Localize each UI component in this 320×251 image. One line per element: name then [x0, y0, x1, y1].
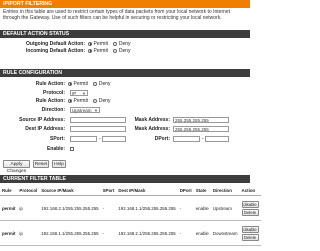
rule-action-deny-radio[interactable] [93, 81, 98, 86]
dport-label: DPort: [154, 136, 170, 142]
filter-table-header-row: Rule Protocol Source IP/Mask SPort Dest … [0, 186, 261, 196]
mask-1-label: Mask Address: [134, 117, 170, 123]
chevron-down-icon: ▼ [94, 108, 98, 113]
dest-ip-label: Dest IP Address: [25, 126, 65, 132]
rule-action-2-permit-radio[interactable] [68, 98, 72, 103]
column-header: Rule [0, 186, 18, 196]
protocol-row: Protocol: [0, 89, 250, 97]
dport-cell: - [177, 220, 194, 246]
protocol-cell: ip [17, 220, 40, 246]
disable-button[interactable]: disable [241, 225, 259, 233]
column-header: SPort [100, 186, 117, 196]
dest-cell: 192.168.2.1/255.255.255.255 [116, 220, 178, 246]
sport-label: SPort: [50, 136, 65, 142]
rule-action-2-deny-option[interactable]: Deny [93, 97, 111, 105]
table-row: permit ip 192.168.1.1/255.255.255.255 - … [0, 220, 261, 246]
column-header: Protocol [17, 186, 40, 196]
rule-cell: permit [0, 220, 18, 246]
rule-action-permit-radio[interactable] [68, 81, 72, 86]
current-filter-table-header: CURRENT FILTER TABLE [0, 175, 250, 183]
column-header: Direction [210, 186, 240, 196]
state-cell: enable [193, 195, 211, 221]
rule-action-2-row: Rule Action: Permit Deny [0, 97, 250, 105]
sport-cell: - [100, 220, 117, 246]
rule-action-2-deny-radio[interactable] [93, 98, 98, 103]
incoming-deny-radio[interactable] [113, 48, 118, 53]
incoming-deny-option[interactable]: Deny [113, 47, 131, 55]
disable-button[interactable]: disable [241, 200, 259, 208]
rule-action-permit-option[interactable]: Permit [68, 80, 88, 88]
enable-row: Enable: [0, 145, 250, 153]
column-header: Dest IP/Mask [116, 186, 178, 196]
dport-cell: - [177, 195, 194, 221]
mask-2-input[interactable]: 255.255.255.255 [173, 126, 229, 132]
apply-changes-button[interactable]: Apply Changes [3, 160, 30, 174]
protocol-select[interactable]: IP ▼ [70, 90, 88, 96]
filter-table: Rule Protocol Source IP/Mask SPort Dest … [0, 186, 261, 246]
rule-action-2-options: Permit Deny [68, 97, 115, 105]
delete-button[interactable]: Delete [241, 233, 259, 241]
rule-cell: permit [0, 195, 18, 221]
rule-action-label: Rule Action: [35, 81, 65, 87]
rule-action-2-permit-option[interactable]: Permit [68, 97, 88, 105]
mask-2-label: Mask Address: [134, 126, 170, 132]
rule-action-row: Rule Action: Permit Deny [0, 80, 250, 88]
action-cell: disable Delete [239, 220, 261, 246]
source-ip-input[interactable] [70, 117, 126, 123]
direction-select[interactable]: Upstream ▼ [70, 107, 100, 113]
source-ip-label: Source IP Address: [19, 117, 65, 123]
column-header: DPort [177, 186, 194, 196]
enable-checkbox[interactable] [70, 147, 74, 151]
table-row: permit ip 192.168.2.1/255.255.255.255 - … [0, 195, 261, 221]
protocol-label: Protocol: [43, 90, 65, 96]
reset-button[interactable]: Reset [33, 160, 49, 168]
direction-label: Direction: [41, 107, 65, 113]
mask-1-input[interactable]: 255.255.255.255 [173, 117, 229, 123]
direction-cell: Upstream [210, 195, 240, 221]
source-cell: 192.168.1.1/255.255.255.255 [39, 220, 101, 246]
chevron-down-icon: ▼ [82, 91, 86, 96]
protocol-cell: ip [17, 195, 40, 221]
delete-button[interactable]: Delete [241, 208, 259, 216]
help-button[interactable]: Help [52, 160, 66, 168]
sport-cell: - [100, 195, 117, 221]
rule-configuration-header: RULE CONFIGURATION [0, 69, 250, 77]
enable-label: Enable: [46, 146, 65, 152]
incoming-permit-radio[interactable] [88, 48, 92, 53]
page-title: IP/PORT FILTERING [0, 0, 250, 8]
dport-end-input[interactable] [205, 136, 229, 142]
outgoing-deny-radio[interactable] [113, 41, 118, 46]
intro-text: Entries in this table are used to restri… [3, 9, 231, 21]
ip-port-filtering-page: IP/PORT FILTERING Entries in this table … [0, 0, 261, 251]
incoming-label: Incoming Default Action: [26, 48, 85, 54]
incoming-permit-option[interactable]: Permit [88, 47, 108, 55]
column-header: Source IP/Mask [39, 186, 101, 196]
dport-start-input[interactable] [173, 136, 200, 142]
action-cell: disable Delete [239, 195, 261, 221]
default-action-status-header: DEFAULT ACTION STATUS [0, 30, 250, 38]
sport-dash: - [99, 136, 101, 142]
outgoing-permit-radio[interactable] [88, 41, 92, 46]
direction-cell: Downstream [210, 220, 240, 246]
rule-action-deny-option[interactable]: Deny [93, 80, 111, 88]
direction-row: Direction: [0, 106, 250, 114]
column-header: State [193, 186, 211, 196]
source-cell: 192.168.2.1/255.255.255.255 [39, 195, 101, 221]
sport-end-input[interactable] [102, 136, 126, 142]
column-header: Action [239, 186, 261, 196]
incoming-options: Permit Deny [88, 47, 135, 55]
dest-ip-input[interactable] [70, 126, 126, 132]
dport-dash: - [202, 136, 204, 142]
incoming-default-action-row: Incoming Default Action: Permit Deny [0, 47, 250, 55]
rule-action-options: Permit Deny [68, 80, 115, 88]
rule-action-2-label: Rule Action: [35, 98, 65, 104]
state-cell: enable [193, 220, 211, 246]
sport-start-input[interactable] [70, 136, 97, 142]
dest-cell: 192.168.1.1/255.255.255.255 [116, 195, 178, 221]
